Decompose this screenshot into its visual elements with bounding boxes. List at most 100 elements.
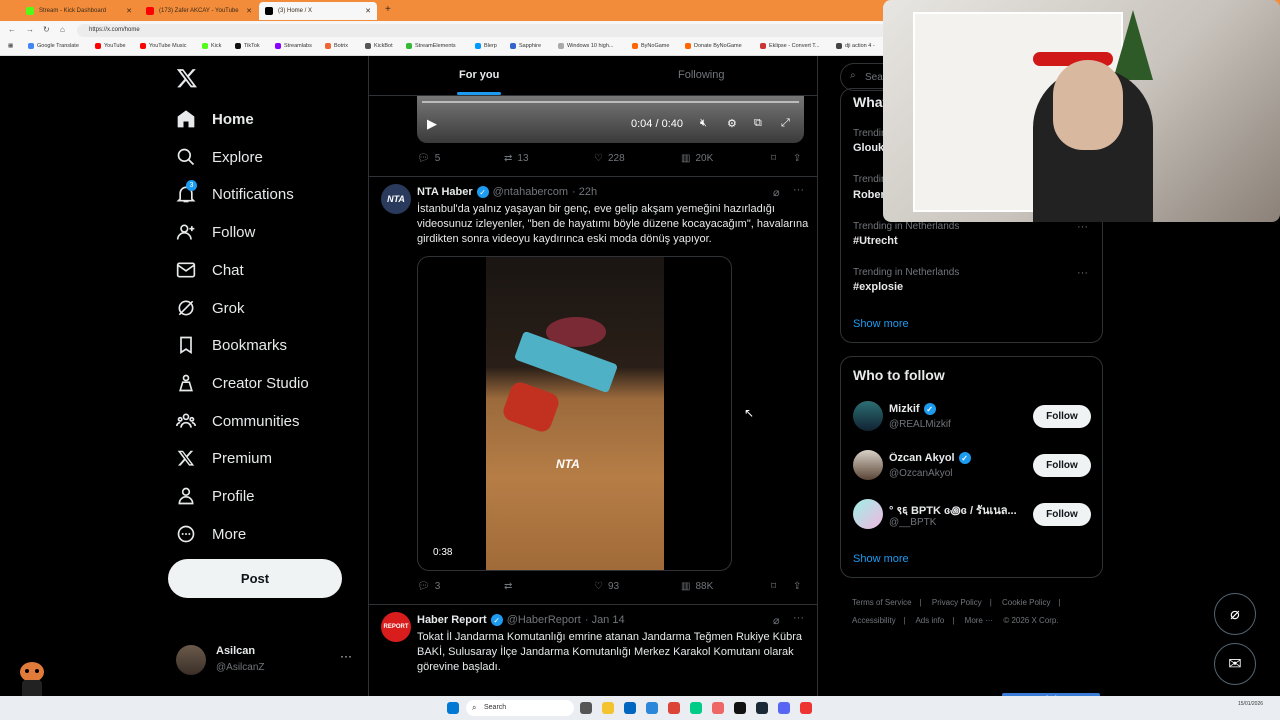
follow-suggestion[interactable]: Özcan Akyol ✓ @OzcanAkyol Follow [853, 450, 1093, 484]
reply-button[interactable]: 💬︎ 3 [417, 581, 440, 592]
mail-app-icon[interactable] [646, 702, 658, 714]
account-switcher[interactable]: Asilcan @AsilcanZ ··· [176, 643, 356, 677]
bookmark-item[interactable]: YouTube [95, 43, 126, 49]
bookmark-item[interactable]: StreamElements [406, 43, 456, 49]
taskbar-search[interactable]: ⌕ Search [466, 700, 574, 716]
play-icon[interactable]: ▶ [427, 116, 437, 132]
more-icon[interactable]: ··· [1077, 267, 1088, 279]
file-explorer-icon[interactable] [602, 702, 614, 714]
forward-icon[interactable]: → [26, 25, 34, 34]
like-button[interactable]: ♡ 228 [594, 153, 625, 164]
tweet-author-name[interactable]: Haber Report [417, 614, 487, 626]
x-logo-icon[interactable] [176, 67, 198, 89]
clock[interactable]: 15/01/2026 [1238, 700, 1263, 708]
reload-icon[interactable]: ↻ [43, 25, 50, 34]
grok-icon[interactable]: ⌀ [773, 614, 780, 627]
bookmark-item[interactable]: YouTube Music [140, 43, 187, 49]
footer-link[interactable]: Terms of Service [852, 598, 912, 607]
footer-link[interactable]: Ads info [915, 616, 944, 625]
browser-tab-kick[interactable]: Stream - Kick Dashboard ✕ [20, 2, 138, 20]
tab-close-icon[interactable]: ✕ [365, 7, 371, 15]
more-icon[interactable]: ··· [793, 612, 804, 624]
nav-more[interactable]: More [176, 516, 246, 552]
like-button[interactable]: ♡ 93 [594, 581, 619, 592]
avatar[interactable]: REPORT [381, 612, 411, 642]
back-icon[interactable]: ← [8, 25, 16, 34]
reply-button[interactable]: 💬︎ 5 [417, 153, 440, 164]
bookmark-item[interactable]: Windows 10 high... [558, 43, 613, 49]
mute-icon[interactable]: 🔇︎ [700, 117, 707, 130]
tab-close-icon[interactable]: ✕ [246, 7, 252, 15]
bookmark-button[interactable]: ⌑ [771, 581, 776, 592]
bookmark-item[interactable]: Google Translate [28, 43, 79, 49]
bookmark-item[interactable]: KickBot [365, 43, 393, 49]
nav-premium[interactable]: Premium [176, 440, 272, 476]
bookmark-item[interactable]: dji action 4 - [836, 43, 875, 49]
repost-button[interactable]: ⇄ 13 [504, 153, 529, 164]
x-app-icon[interactable] [734, 702, 746, 714]
bookmark-item[interactable]: Streamlabs [275, 43, 312, 49]
footer-link[interactable]: Privacy Policy [932, 598, 982, 607]
follow-button[interactable]: Follow [1033, 454, 1091, 477]
share-icon[interactable]: ⇪ [793, 581, 801, 592]
bookmark-item[interactable]: Donate ByNoGame [685, 43, 742, 49]
tweet-author-name[interactable]: NTA Haber [417, 186, 473, 198]
show-more-link[interactable]: Show more [853, 318, 909, 330]
bookmark-item[interactable]: Eklipse - Convert T... [760, 43, 820, 49]
nav-communities[interactable]: Communities [176, 403, 300, 439]
more-icon[interactable]: ··· [340, 649, 352, 663]
home-browser-icon[interactable]: ⌂ [60, 25, 65, 34]
steam-icon[interactable] [756, 702, 768, 714]
nav-creator-studio[interactable]: Creator Studio [176, 365, 309, 401]
browser-tab-youtube[interactable]: (173) Zafer AKCAY - YouTube ✕ [140, 2, 258, 20]
url-field[interactable]: https://x.com/home [77, 24, 887, 37]
show-more-link[interactable]: Show more [853, 553, 909, 565]
avatar[interactable]: NTA [381, 184, 411, 214]
new-tab-icon[interactable]: + [385, 4, 391, 15]
bookmark-item[interactable]: Blerp [475, 43, 497, 49]
follow-button[interactable]: Follow [1033, 503, 1091, 526]
browser-tab-x[interactable]: (3) Home / X ✕ [259, 2, 377, 20]
fullscreen-icon[interactable]: ⤢ [781, 117, 790, 130]
post-button[interactable]: Post [168, 559, 342, 598]
settings-icon[interactable]: ⚙ [727, 117, 737, 130]
nav-home[interactable]: Home [176, 101, 254, 137]
share-icon[interactable]: ⇪ [793, 153, 801, 164]
tweet-author-handle[interactable]: @ntahabercom [493, 186, 568, 198]
nav-bookmarks[interactable]: Bookmarks [176, 327, 287, 363]
messages-fab[interactable]: ✉ [1214, 643, 1256, 685]
tweet-author-handle[interactable]: @HaberReport [507, 614, 581, 626]
follow-suggestion[interactable]: Mizkif ✓ @REALMizkif Follow [853, 401, 1093, 435]
discord-icon[interactable] [778, 702, 790, 714]
grok-icon[interactable]: ⌀ [773, 186, 780, 199]
bookmark-item[interactable]: Sapphire [510, 43, 541, 49]
windows-start-icon[interactable] [447, 702, 459, 714]
repost-button[interactable]: ⇄ [504, 581, 517, 592]
bookmark-item[interactable]: Kick [202, 43, 221, 49]
views-button[interactable]: ▥ 20K [681, 153, 713, 164]
app-icon[interactable] [712, 702, 724, 714]
store-icon[interactable] [624, 702, 636, 714]
tweet-timestamp[interactable]: · 22h [572, 186, 597, 198]
footer-link[interactable]: Cookie Policy [1002, 598, 1050, 607]
chrome-icon[interactable] [668, 702, 680, 714]
views-button[interactable]: ▥ 88K [681, 581, 713, 592]
follow-suggestion[interactable]: ° ९६ BPTK ɞ꩜ɞ / รันเนล... @__BPTK Follow [853, 499, 1093, 533]
bookmark-item[interactable]: Botrix [325, 43, 348, 49]
video-progress-bar[interactable] [422, 101, 799, 103]
more-icon[interactable]: ··· [1077, 221, 1088, 233]
obs-icon[interactable] [800, 702, 812, 714]
nav-follow[interactable]: Follow [176, 214, 255, 250]
tab-following[interactable]: Following [678, 69, 724, 81]
footer-link[interactable]: Accessibility [852, 616, 896, 625]
grok-fab[interactable]: ⌀ [1214, 593, 1256, 635]
nav-explore[interactable]: Explore [176, 139, 263, 175]
nav-profile[interactable]: Profile [176, 478, 255, 514]
follow-button[interactable]: Follow [1033, 405, 1091, 428]
tweet-timestamp[interactable]: · Jan 14 [585, 614, 625, 626]
nav-notifications[interactable]: 3 Notifications [176, 176, 294, 212]
tweet-video[interactable]: NTA 0:38 [417, 256, 732, 571]
more-icon[interactable]: ··· [793, 184, 804, 196]
apps-icon[interactable]: ▦ [8, 43, 13, 49]
trend-name[interactable]: #explosie [853, 281, 903, 293]
